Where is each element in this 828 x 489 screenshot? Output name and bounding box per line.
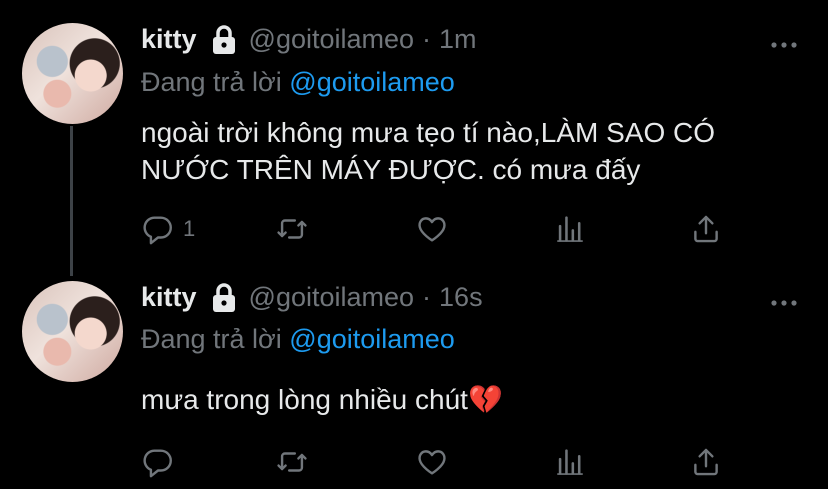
stats-button[interactable] <box>553 212 587 246</box>
tweet[interactable]: kitty @goitoilameo · 1m Đang trả lời @go… <box>0 0 828 260</box>
tweet-text: mưa trong lòng nhiều chút💔 <box>141 384 503 415</box>
separator: · <box>422 282 432 312</box>
retweet-icon <box>277 452 307 472</box>
like-button[interactable] <box>415 212 449 246</box>
like-icon <box>418 450 446 475</box>
timestamp[interactable]: 1m <box>439 24 477 55</box>
retweet-button[interactable] <box>275 445 309 479</box>
tweet-text: ngoài trời không mưa tẹo tí nào,LÀM SAO … <box>141 117 716 185</box>
share-icon <box>694 448 718 476</box>
display-name[interactable]: kitty <box>141 24 197 55</box>
reply-icon <box>143 449 172 478</box>
stats-icon <box>557 449 583 475</box>
reply-button[interactable] <box>141 445 183 479</box>
avatar[interactable] <box>22 281 123 382</box>
tweet-header: kitty @goitoilameo · 1m <box>141 24 477 55</box>
replying-to-label: Đang trả lời <box>141 67 282 97</box>
retweet-icon <box>277 219 307 239</box>
timestamp[interactable]: 16s <box>439 282 483 313</box>
mention-link[interactable]: @goitoilameo <box>289 67 455 97</box>
handle[interactable]: @goitoilameo <box>249 282 415 313</box>
share-icon <box>694 215 718 243</box>
action-bar <box>141 445 731 481</box>
mention-link[interactable]: @goitoilameo <box>289 324 455 354</box>
stats-icon <box>557 216 583 242</box>
lock-icon <box>211 24 237 55</box>
avatar[interactable] <box>22 23 123 124</box>
display-name[interactable]: kitty <box>141 282 197 313</box>
reply-icon <box>143 216 172 245</box>
reply-count: 1 <box>183 216 196 241</box>
stats-button[interactable] <box>553 445 587 479</box>
handle[interactable]: @goitoilameo <box>249 24 415 55</box>
replying-to: Đang trả lời @goitoilameo <box>141 324 455 355</box>
like-button[interactable] <box>415 445 449 479</box>
more-icon[interactable] <box>770 37 798 48</box>
tweet-header: kitty @goitoilameo · 16s <box>141 282 483 313</box>
more-icon[interactable] <box>770 295 798 306</box>
like-icon <box>418 217 446 242</box>
share-button[interactable] <box>689 212 723 246</box>
action-bar: 1 <box>141 212 731 248</box>
replying-to: Đang trả lời @goitoilameo <box>141 67 455 98</box>
replying-to-label: Đang trả lời <box>141 324 282 354</box>
separator: · <box>422 24 432 54</box>
retweet-button[interactable] <box>275 212 309 246</box>
share-button[interactable] <box>689 445 723 479</box>
lock-icon <box>211 282 237 313</box>
reply-button[interactable]: 1 <box>141 212 195 246</box>
